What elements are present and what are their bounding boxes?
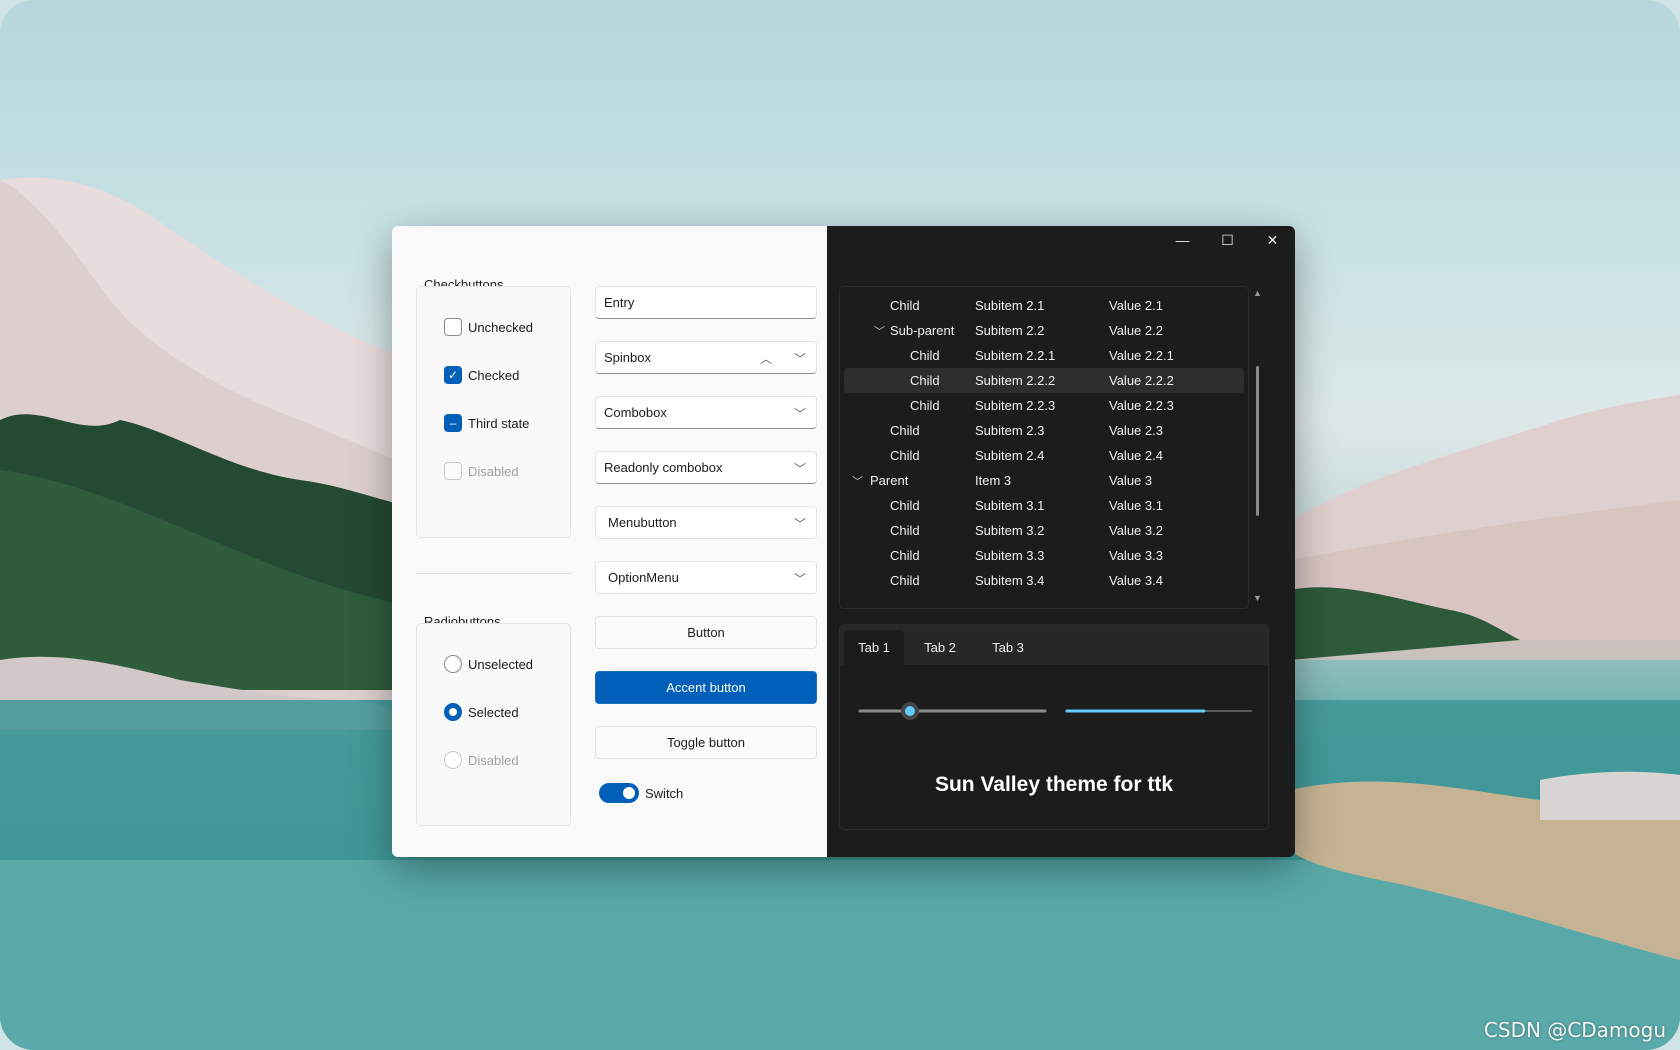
checkbox-disabled-icon (444, 462, 462, 480)
tab-2[interactable]: Tab 2 (910, 630, 970, 665)
radiobutton-label: Unselected (468, 656, 534, 672)
spinbox[interactable]: Spinbox ︿ ﹀ (595, 341, 817, 374)
tree-row[interactable]: Child Subitem 3.1 Value 3.1 (844, 493, 1244, 518)
radio-unselected-icon (444, 655, 462, 673)
tree-row[interactable]: Child Subitem 2.4 Value 2.4 (844, 443, 1244, 468)
tab-3[interactable]: Tab 3 (978, 630, 1038, 665)
radio-selected-icon (444, 703, 462, 721)
scrollbar-thumb[interactable] (1256, 366, 1259, 516)
headline: Sun Valley theme for ttk (934, 773, 1174, 796)
indeterminate-dash-icon: – (444, 414, 462, 432)
checkbutton-disabled: Disabled (444, 462, 519, 480)
combobox-value: Combobox (604, 405, 667, 420)
tree-row[interactable]: Child Subitem 3.4 Value 3.4 (844, 568, 1244, 593)
tree-row[interactable]: Child Subitem 2.2.1 Value 2.2.1 (844, 343, 1244, 368)
toggle-button[interactable]: Toggle button (595, 726, 817, 759)
chevron-down-icon: ﹀ (793, 517, 806, 531)
notebook: Tab 1 Tab 2 Tab 3 Sun Valley theme for t… (839, 624, 1269, 830)
checkbox-unchecked-icon (444, 318, 462, 336)
entry-value: Entry (604, 295, 635, 310)
dark-theme-pane: — ☐ ✕ Child Subitem 2.1 Value 2.1 ﹀ Sub-pa… (827, 226, 1295, 857)
scroll-up-arrow-icon[interactable]: ▲ (1253, 288, 1262, 298)
app-window: Checkbuttons Unchecked ✓ Checked – Third… (392, 226, 1295, 857)
close-icon[interactable]: ✕ (1250, 226, 1295, 254)
checkbutton-checked[interactable]: ✓ Checked (444, 366, 519, 384)
checkbutton-label: Disabled (468, 463, 519, 479)
checkbutton-unchecked[interactable]: Unchecked (444, 318, 533, 336)
minimize-icon[interactable]: — (1160, 226, 1205, 254)
chevron-down-icon[interactable]: ﹀ (874, 323, 885, 339)
tab-1[interactable]: Tab 1 (844, 630, 904, 665)
tab-bar: Tab 1 Tab 2 Tab 3 (840, 625, 1268, 665)
chevron-down-icon[interactable]: ﹀ (794, 405, 806, 422)
scroll-down-arrow-icon[interactable]: ▼ (1253, 593, 1262, 603)
radiobutton-label: Disabled (468, 752, 519, 768)
accent-button[interactable]: Accent button (595, 671, 817, 704)
optionmenu[interactable]: OptionMenu ﹀ (595, 561, 817, 594)
toggle-button-label: Toggle button (666, 735, 746, 750)
tree-row[interactable]: ﹀ Sub-parent Subitem 2.2 Value 2.2 (844, 318, 1244, 343)
switch-label: Switch (645, 785, 684, 801)
tree-scrollbar[interactable]: ▲ ▼ (1252, 286, 1262, 606)
separator (416, 573, 572, 574)
radiobutton-selected[interactable]: Selected (444, 703, 519, 721)
optionmenu-label: OptionMenu (608, 570, 679, 585)
entry-field[interactable]: Entry (595, 286, 817, 319)
radiobutton-label: Selected (468, 704, 519, 720)
tree-row-selected[interactable]: Child Subitem 2.2.2 Value 2.2.2 (844, 368, 1244, 393)
chevron-down-icon: ﹀ (793, 572, 806, 586)
light-theme-pane: Checkbuttons Unchecked ✓ Checked – Third… (392, 226, 827, 857)
readonly-combobox[interactable]: Readonly combobox ﹀ (595, 451, 817, 484)
button-label: Button (687, 625, 725, 640)
maximize-icon[interactable]: ☐ (1205, 226, 1250, 254)
spinbox-value: Spinbox (604, 350, 651, 365)
chevron-down-icon[interactable]: ﹀ (794, 350, 806, 367)
tree-row[interactable]: Child Subitem 3.3 Value 3.3 (844, 543, 1244, 568)
scale-handle-center (904, 706, 915, 716)
tree-row[interactable]: Child Subitem 2.2.3 Value 2.2.3 (844, 393, 1244, 418)
radiobuttons-frame (416, 623, 571, 826)
radio-disabled-icon (444, 751, 462, 769)
radiobutton-disabled: Disabled (444, 751, 519, 769)
tree-row[interactable]: Child Subitem 3.2 Value 3.2 (844, 518, 1244, 543)
checkmark-icon: ✓ (444, 366, 462, 384)
window-controls: — ☐ ✕ (1160, 226, 1295, 254)
treeview: Child Subitem 2.1 Value 2.1 ﹀ Sub-parent Su… (839, 286, 1249, 609)
tree-row[interactable]: Child Subitem 2.1 Value 2.1 (844, 293, 1244, 318)
checkbutton-label: Unchecked (468, 319, 534, 335)
menubutton-label: Menubutton (608, 515, 677, 530)
checkbutton-label: Checked (468, 367, 520, 383)
combobox[interactable]: Combobox ﹀ (595, 396, 817, 429)
radiobutton-unselected[interactable]: Unselected (444, 655, 533, 673)
chevron-up-icon[interactable]: ︿ (760, 350, 772, 367)
tree-row[interactable]: Child Subitem 2.3 Value 2.3 (844, 418, 1244, 443)
switch[interactable]: Switch (599, 783, 683, 803)
button[interactable]: Button (595, 616, 817, 649)
menubutton[interactable]: Menubutton ﹀ (595, 506, 817, 539)
chevron-down-icon: ﹀ (793, 462, 806, 476)
tree-row[interactable]: ﹀ Parent Item 3 Value 3 (844, 468, 1244, 493)
checkbutton-label: Third state (468, 415, 530, 431)
readonly-combobox-value: Readonly combobox (604, 460, 723, 475)
controls-row (858, 702, 1252, 720)
switch-toggle-icon (599, 783, 639, 803)
chevron-down-icon[interactable]: ﹀ (852, 473, 863, 489)
watermark: CSDN @CDamogu (1483, 1018, 1666, 1042)
accent-button-label: Accent button (666, 680, 746, 695)
checkbutton-third-state[interactable]: – Third state (444, 414, 529, 432)
